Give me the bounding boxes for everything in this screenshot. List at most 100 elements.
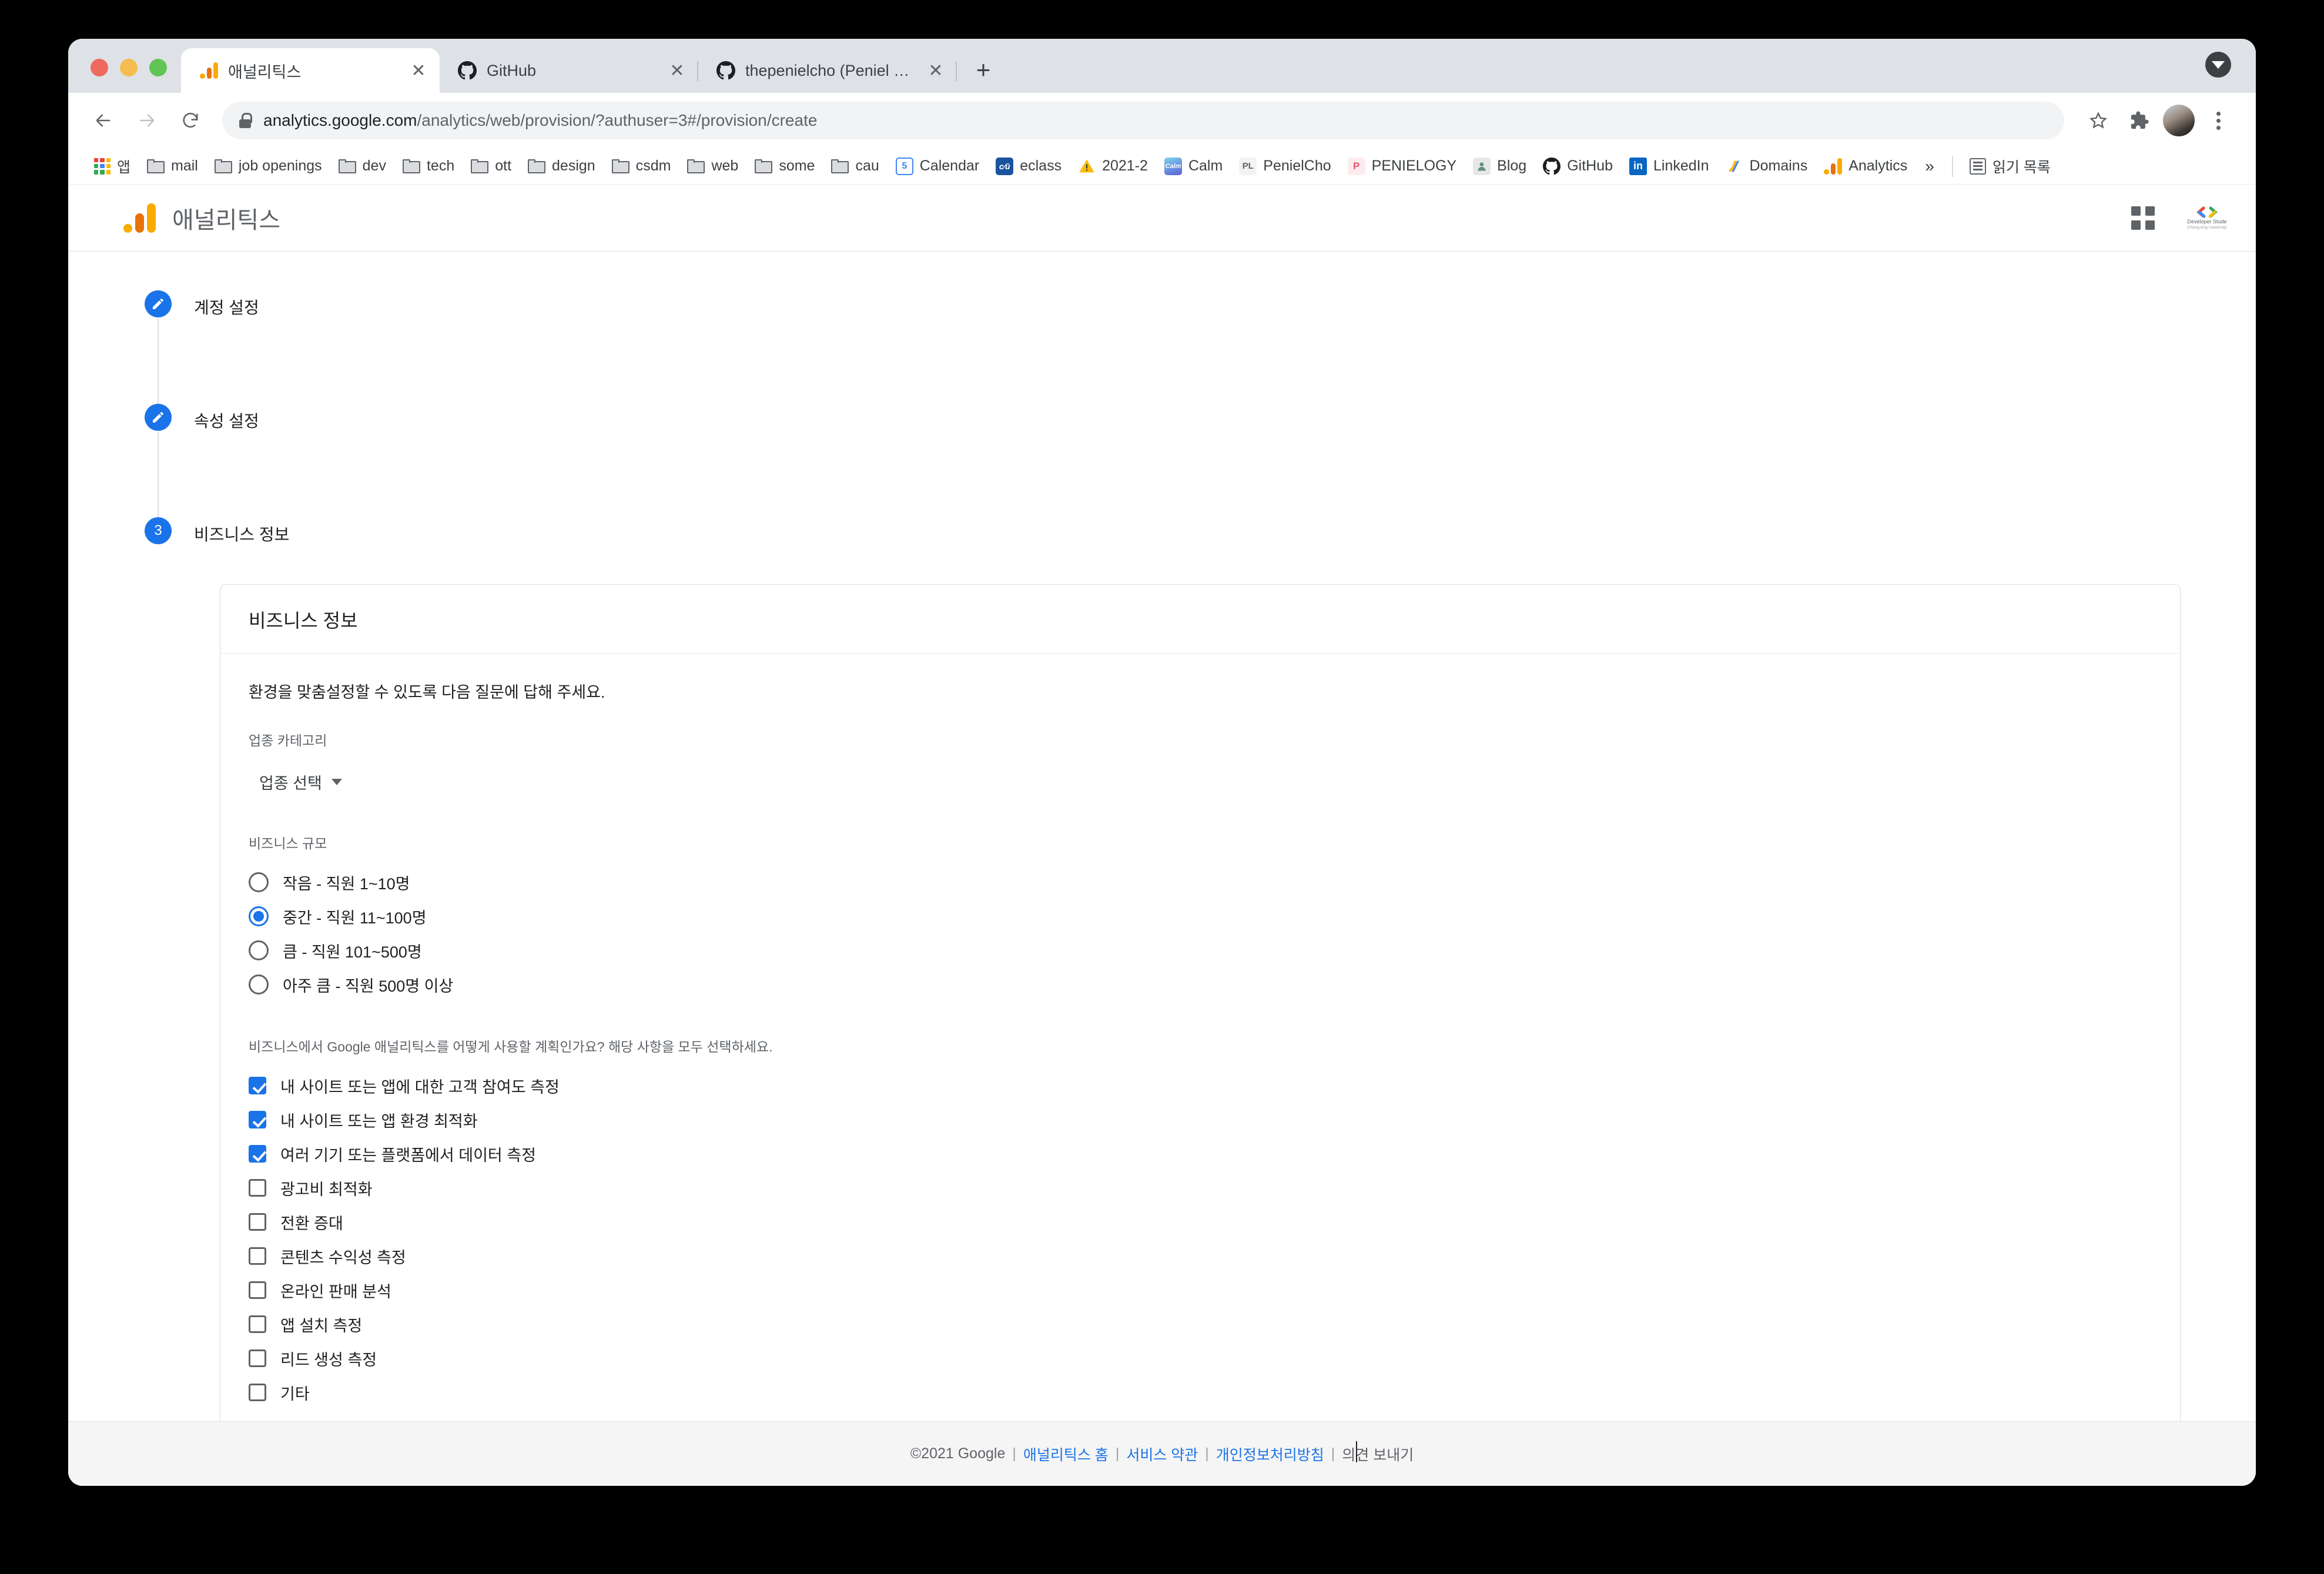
penielcho-badge: PL <box>1242 161 1254 171</box>
bookmark-ott[interactable]: ott <box>463 152 520 181</box>
bookmark-calm[interactable]: Calm Calm <box>1156 152 1231 181</box>
step-connector-2 <box>145 432 2256 517</box>
bookmark-penielogy[interactable]: P PENIELOGY <box>1340 152 1465 181</box>
bookmark-label: cau <box>855 158 879 174</box>
checkbox-content-monetization[interactable]: 콘텐츠 수익성 측정 <box>249 1239 2152 1273</box>
checkbox-app-installs[interactable]: 앱 설치 측정 <box>249 1307 2152 1341</box>
checkbox-label: 콘텐츠 수익성 측정 <box>280 1248 406 1267</box>
bookmark-eclass[interactable]: c∕ū eclass <box>987 152 1070 181</box>
avatar[interactable]: Developer Stude Chung Ang University <box>2185 199 2229 237</box>
tab-thepenielcho[interactable]: thepenielcho (Peniel Cho) ✕ <box>698 48 957 93</box>
reload-icon[interactable] <box>172 102 209 139</box>
bookmark-domains[interactable]: Domains <box>1717 152 1816 181</box>
checkbox-optimize-ad-cost[interactable]: 광고비 최적화 <box>249 1171 2152 1205</box>
bookmark-blog[interactable]: Blog <box>1465 152 1535 181</box>
tab-search-chevron-down-icon[interactable] <box>2205 52 2231 78</box>
reading-list-icon <box>1969 158 1986 175</box>
checkbox-icon <box>249 1179 266 1197</box>
checkbox-icon <box>249 1247 266 1265</box>
bookmark-some[interactable]: some <box>746 152 823 181</box>
checkbox-cross-device[interactable]: 여러 기기 또는 플랫폼에서 데이터 측정 <box>249 1137 2152 1171</box>
bookmark-design[interactable]: design <box>520 152 604 181</box>
checkbox-other[interactable]: 기타 <box>249 1375 2152 1409</box>
new-tab-button[interactable]: + <box>966 53 1000 87</box>
bookmark-2021-2[interactable]: 2021-2 <box>1070 152 1156 181</box>
bookmark-analytics[interactable]: Analytics <box>1816 152 1916 181</box>
url-domain: analytics.google.com <box>263 111 417 129</box>
bookmark-web[interactable]: web <box>679 152 746 181</box>
radio-label: 큼 - 직원 101~500명 <box>283 943 422 961</box>
bookmark-penielcho[interactable]: PL PenielCho <box>1231 152 1339 181</box>
minimize-window-button[interactable] <box>120 59 138 76</box>
checkbox-increase-conversions[interactable]: 전환 증대 <box>249 1205 2152 1239</box>
bookmark-label: ott <box>495 158 512 174</box>
cau-eclass-icon: c∕ū <box>996 157 1014 175</box>
wizard-steps: 계정 설정 속성 설정 3 비즈니스 정보 <box>68 252 2256 545</box>
forward-icon[interactable] <box>128 102 166 139</box>
radio-business-size-small[interactable]: 작음 - 직원 1~10명 <box>249 865 2152 899</box>
close-icon[interactable]: ✕ <box>408 60 429 81</box>
linkedin-badge: in <box>1633 160 1643 172</box>
folder-icon <box>471 159 489 173</box>
footer-link-privacy[interactable]: 개인정보처리방침 <box>1216 1444 1324 1465</box>
bookmark-tech[interactable]: tech <box>394 152 463 181</box>
address-bar[interactable]: analytics.google.com/analytics/web/provi… <box>222 102 2064 139</box>
maximize-window-button[interactable] <box>149 59 167 76</box>
radio-business-size-large[interactable]: 큼 - 직원 101~500명 <box>249 933 2152 967</box>
folder-icon <box>214 159 232 173</box>
checkbox-icon <box>249 1213 266 1231</box>
close-icon[interactable]: ✕ <box>925 60 946 81</box>
checkbox-lead-generation[interactable]: 리드 생성 측정 <box>249 1341 2152 1375</box>
tab-analytics[interactable]: 애널리틱스 ✕ <box>181 48 440 93</box>
step-property-setup[interactable]: 속성 설정 <box>145 404 2256 432</box>
bookmark-apps[interactable]: 앱 <box>86 152 139 181</box>
checkbox-icon <box>249 1384 266 1401</box>
reading-list-button[interactable]: 읽기 목록 <box>1961 152 2059 181</box>
analytics-brand[interactable]: 애널리틱스 <box>123 201 280 235</box>
checkbox-online-sales[interactable]: 온라인 판매 분석 <box>249 1273 2152 1307</box>
footer-link-terms[interactable]: 서비스 약관 <box>1126 1444 1198 1465</box>
copyright-text: ©2021 Google <box>910 1445 1006 1462</box>
checkbox-optimize-experience[interactable]: 내 사이트 또는 앱 환경 최적화 <box>249 1103 2152 1137</box>
industry-category-select[interactable]: 업종 선택 <box>251 766 350 798</box>
intro-text: 환경을 맞춤설정할 수 있도록 다음 질문에 답해 주세요. <box>249 684 605 701</box>
bookmark-github[interactable]: GitHub <box>1535 152 1621 181</box>
tab-github[interactable]: GitHub ✕ <box>440 48 698 93</box>
radio-business-size-medium[interactable]: 중간 - 직원 11~100명 <box>249 899 2152 933</box>
profile-avatar[interactable] <box>2163 105 2195 136</box>
bookmark-calendar[interactable]: 5 Calendar <box>888 152 987 181</box>
checkbox-icon-checked <box>249 1111 266 1128</box>
browser-toolbar: analytics.google.com/analytics/web/provi… <box>68 93 2256 148</box>
bookmark-cau[interactable]: cau <box>823 152 887 181</box>
folder-icon <box>338 159 356 173</box>
bookmark-csdm[interactable]: csdm <box>604 152 679 181</box>
apps-grid-icon <box>94 158 110 175</box>
tab-title: thepenielcho (Peniel Cho) <box>745 61 916 79</box>
step-business-info[interactable]: 3 비즈니스 정보 <box>145 517 2256 545</box>
checkbox-measure-engagement[interactable]: 내 사이트 또는 앱에 대한 고객 참여도 측정 <box>249 1069 2152 1103</box>
bookmark-star-icon[interactable] <box>2081 103 2116 138</box>
bookmark-mail[interactable]: mail <box>139 152 206 181</box>
footer-link-analytics-home[interactable]: 애널리틱스 홈 <box>1023 1444 1109 1465</box>
radio-business-size-very-large[interactable]: 아주 큼 - 직원 500명 이상 <box>249 967 2152 1002</box>
close-icon[interactable]: ✕ <box>667 60 688 81</box>
bookmark-job-openings[interactable]: job openings <box>206 152 330 181</box>
back-icon[interactable] <box>85 102 122 139</box>
chrome-menu-kebab-icon[interactable] <box>2201 103 2236 138</box>
bookmark-dev[interactable]: dev <box>330 152 394 181</box>
close-window-button[interactable] <box>91 59 108 76</box>
footer-divider: | <box>1115 1445 1120 1462</box>
bookmarks-overflow-icon[interactable]: » <box>1916 157 1944 176</box>
page-content: 애널리틱스 Developer Stude Chung Ang Universi… <box>68 185 2256 1486</box>
apps-waffle-icon[interactable] <box>2131 206 2155 230</box>
page-footer: ©2021 Google | 애널리틱스 홈 | 서비스 약관 | 개인정보처리… <box>68 1421 2256 1486</box>
bookmark-label: web <box>711 158 739 174</box>
text-cursor <box>1356 1441 1358 1462</box>
extensions-puzzle-icon[interactable] <box>2122 103 2157 138</box>
bookmark-label: some <box>779 158 815 174</box>
send-feedback-link[interactable]: 의견 보내기 <box>1342 1441 1414 1465</box>
step-account-setup[interactable]: 계정 설정 <box>145 290 2256 319</box>
bookmark-linkedin[interactable]: in LinkedIn <box>1621 152 1717 181</box>
browser-window: 애널리틱스 ✕ GitHub ✕ thepenielcho (Peniel Ch… <box>68 39 2256 1486</box>
radio-label: 작음 - 직원 1~10명 <box>283 875 410 893</box>
